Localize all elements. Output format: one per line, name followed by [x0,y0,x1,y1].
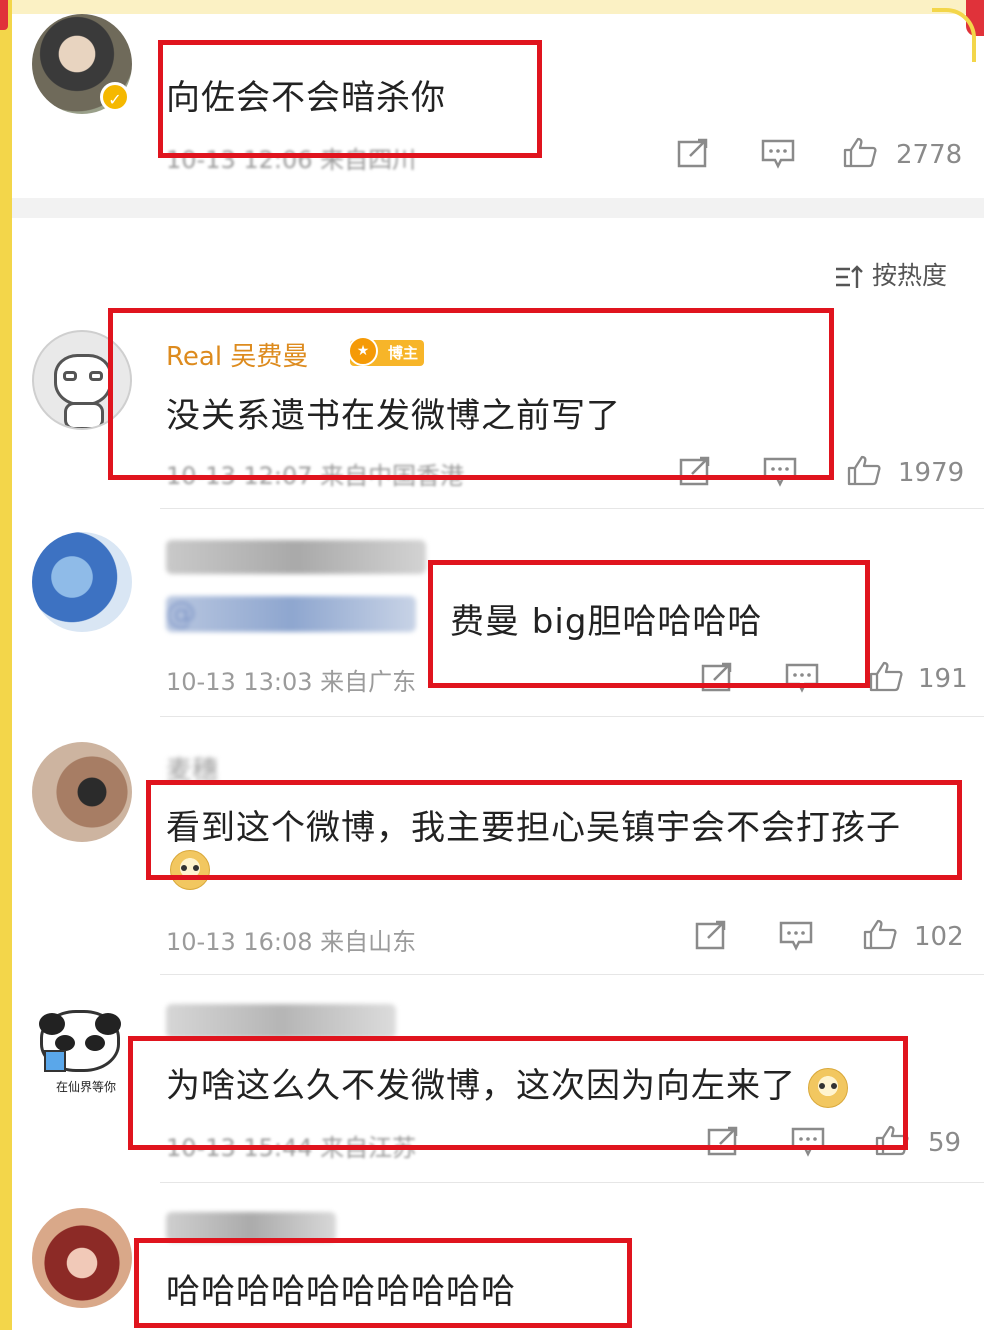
sort-button[interactable]: 按热度 [834,256,947,290]
username[interactable]: Real 吴费曼 [166,336,308,373]
share-icon[interactable] [706,1126,742,1158]
comment-meta: 10-13 13:03 来自广东 [166,668,417,696]
comment-text: 没关系遗书在发微博之前写了 [166,396,621,436]
mention-text[interactable]: @ [166,596,416,632]
username[interactable] [166,1004,396,1038]
avatar[interactable]: 在仙界等你 [32,1000,132,1100]
verified-icon: ✓ [100,82,130,112]
comment-meta: 10-13 15:44 来自江苏 [166,1134,417,1162]
like-count: 102 [914,922,964,952]
avatar-drawing [54,354,112,406]
username[interactable]: 麦穗 [166,750,218,787]
share-icon[interactable] [678,456,714,488]
like-count: 59 [928,1128,962,1158]
avatar[interactable] [32,330,132,430]
username[interactable] [166,1212,336,1242]
section-separator [12,198,984,218]
comment-text: 哈哈哈哈哈哈哈哈哈哈 [166,1272,516,1312]
like-icon[interactable] [842,136,878,168]
comment-icon[interactable] [760,138,796,170]
avatar-drawing-body [64,402,104,428]
comment-icon[interactable] [762,456,798,488]
comment-meta: 10-13 16:08 来自山东 [166,928,417,956]
share-icon[interactable] [694,920,730,952]
divider [160,508,984,509]
divider [160,1182,984,1183]
comment-text: 看到这个微博，我主要担心吴镇宇会不会打孩子 [166,808,901,848]
like-icon[interactable] [868,660,904,692]
blogger-badge: ★ 博主 [348,336,424,366]
like-count: 191 [918,664,968,694]
like-count: 2778 [896,140,963,170]
comment-text: 向佐会不会暗杀你 [166,78,446,118]
share-icon[interactable] [676,138,712,170]
like-icon[interactable] [874,1124,910,1156]
sort-icon [834,264,864,290]
frame-border-top [12,0,984,14]
avatar[interactable] [32,742,132,842]
doge-emoji-icon [807,1067,848,1108]
like-icon[interactable] [862,918,898,950]
comment-text: 费曼 big胆哈哈哈哈 [450,602,763,642]
sort-label: 按热度 [871,261,947,290]
doge-emoji-icon [170,850,210,890]
share-icon[interactable] [700,662,736,694]
comment-text: 为啥这么久不发微博，这次因为向左来了 [166,1058,848,1108]
avatar-caption: 在仙界等你 [55,1080,116,1094]
username[interactable] [166,540,426,574]
divider [160,716,984,717]
avatar-tag [44,1050,66,1072]
comment-meta: 10-13 12:06 来自四川 [166,146,417,174]
frame-corner-left [0,0,8,30]
avatar[interactable] [32,1208,132,1308]
frame-border-left [0,0,12,1330]
like-count: 1979 [898,458,965,488]
comment-icon[interactable] [784,662,820,694]
comment-meta: 10-13 12:07 来自中国香港 [166,462,465,490]
comment-icon[interactable] [778,920,814,952]
badge-star-icon: ★ [348,336,378,366]
avatar[interactable] [32,532,132,632]
comment-icon[interactable] [790,1126,826,1158]
divider [160,974,984,975]
like-icon[interactable] [846,454,882,486]
